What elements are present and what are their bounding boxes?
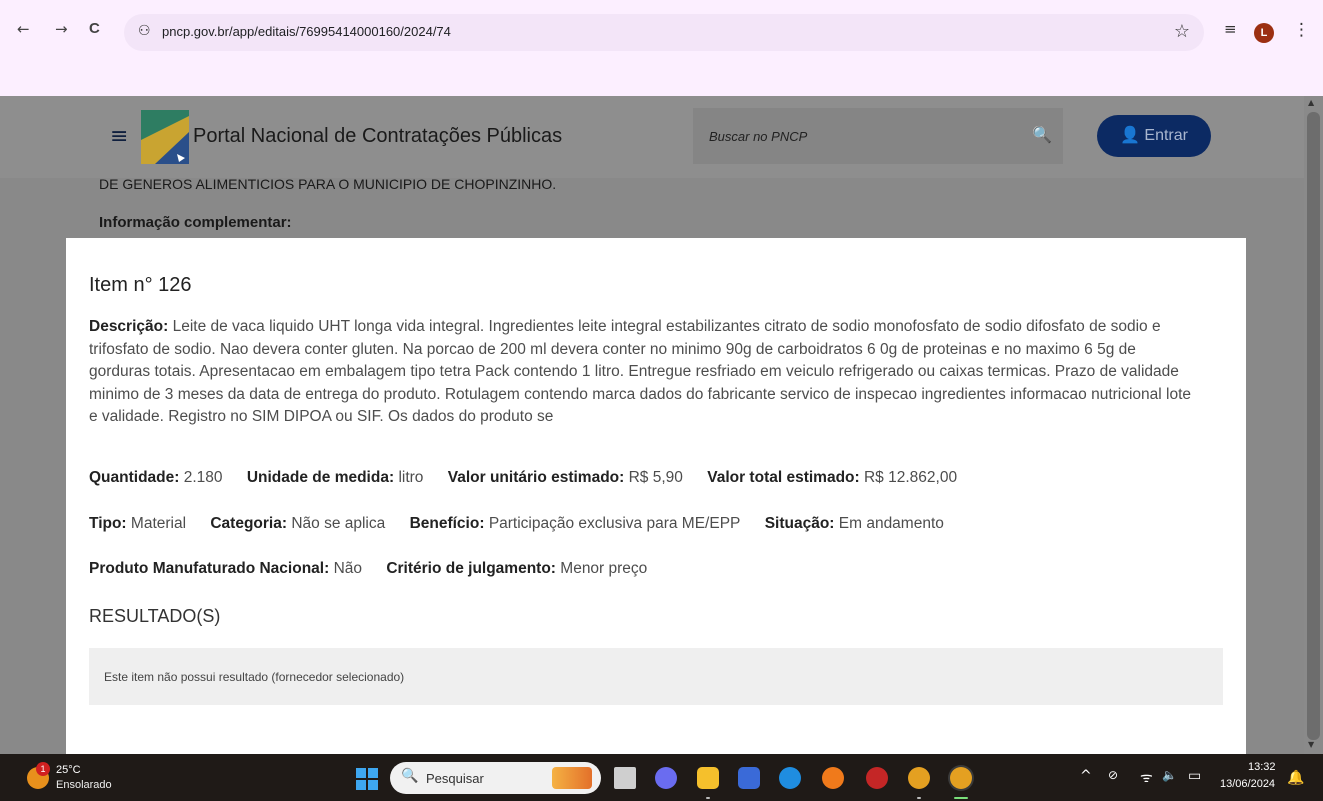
notification-bell-icon[interactable]: 🔔 (1287, 770, 1304, 786)
tipo-value: Material (130, 515, 187, 532)
situacao-value: Em andamento (838, 515, 944, 532)
tray-network-icon[interactable]: ⊘ (1108, 768, 1118, 782)
wifi-icon[interactable]: ᯤ (1140, 768, 1153, 787)
criterio-label: Critério de julgamento: (386, 560, 556, 577)
chat-app-icon[interactable] (655, 767, 677, 789)
store-icon[interactable] (738, 767, 760, 789)
login-button[interactable]: 👤 Entrar (1097, 115, 1211, 157)
windows-taskbar: 1 25°C Ensolarado 🔍 Pesquisar ^ ⊘ ᯤ 🔈 ▭ … (0, 754, 1323, 801)
taskbar-search-placeholder: Pesquisar (426, 771, 484, 786)
description-text: Leite de vaca liquido UHT longa vida int… (89, 318, 1192, 426)
criterio-value: Menor preço (560, 560, 648, 577)
search-icon[interactable]: 🔍 (1032, 125, 1052, 144)
security-app-icon[interactable] (866, 767, 888, 789)
valor-unitario-label: Valor unitário estimado: (447, 469, 625, 486)
scroll-up-icon[interactable]: ▲ (1308, 98, 1314, 107)
unidade-label: Unidade de medida: (246, 469, 395, 486)
page-scrollbar[interactable]: ▲ ▼ (1304, 96, 1323, 754)
profile-avatar[interactable]: L (1254, 23, 1274, 43)
produto-nacional-label: Produto Manufaturado Nacional: (89, 560, 330, 577)
tipo-label: Tipo: (89, 515, 127, 532)
description-label: Descrição: (89, 318, 169, 335)
taskbar-search-icon: 🔍 (401, 768, 419, 784)
resultado-box: Este item não possui resultado (forneced… (89, 648, 1223, 705)
address-bar[interactable]: ⚇ pncp.gov.br/app/editais/76995414000160… (124, 14, 1204, 51)
clock-time[interactable]: 13:32 (1248, 761, 1276, 773)
classification-row: Tipo: Material Categoria: Não se aplica … (89, 515, 964, 533)
app-running-indicator (917, 797, 921, 799)
chrome-profile-icon[interactable] (950, 767, 972, 789)
weather-temperature[interactable]: 25°C (56, 764, 81, 776)
clock-date[interactable]: 13/06/2024 (1220, 778, 1275, 790)
unidade-value: litro (398, 469, 424, 486)
search-input[interactable]: Buscar no PNCP 🔍 (693, 108, 1063, 164)
browser-toolbar: ← → C ⚇ pncp.gov.br/app/editais/76995414… (0, 0, 1323, 96)
site-settings-icon[interactable]: ⚇ (138, 23, 151, 39)
valor-unitario-value: R$ 5,90 (628, 469, 683, 486)
resultado-heading: RESULTADO(S) (89, 606, 221, 626)
search-highlight-icon (552, 767, 592, 789)
item-title: Item n° 126 (89, 274, 192, 296)
portal-title[interactable]: Portal Nacional de Contratações Públicas (193, 125, 562, 148)
categoria-value: Não se aplica (291, 515, 386, 532)
hamburger-menu-icon[interactable]: ≡ (110, 124, 128, 149)
situacao-label: Situação: (764, 515, 835, 532)
pncp-logo[interactable] (141, 110, 189, 164)
tray-overflow-icon[interactable]: ^ (1080, 768, 1092, 784)
produto-nacional-value: Não (333, 560, 362, 577)
categoria-label: Categoria: (210, 515, 288, 532)
judgement-row: Produto Manufaturado Nacional: Não Crité… (89, 560, 667, 578)
app-running-indicator (706, 797, 710, 799)
file-explorer-icon[interactable] (697, 767, 719, 789)
info-complementar-label: Informação complementar: (99, 214, 292, 231)
search-placeholder: Buscar no PNCP (709, 129, 808, 144)
quantidade-label: Quantidade: (89, 469, 180, 486)
scroll-thumb[interactable] (1307, 112, 1320, 740)
weather-condition[interactable]: Ensolarado (56, 779, 112, 791)
forward-icon[interactable]: → (55, 20, 68, 38)
browser-menu-icon[interactable]: ⋮ (1293, 20, 1310, 40)
url-text[interactable]: pncp.gov.br/app/editais/76995414000160/2… (162, 24, 451, 39)
reload-icon[interactable]: C (89, 20, 100, 37)
quantidade-value: 2.180 (183, 469, 223, 486)
reading-list-icon[interactable]: ≡ (1224, 20, 1237, 38)
app-active-indicator (954, 797, 968, 799)
values-row: Quantidade: 2.180 Unidade de medida: lit… (89, 469, 977, 487)
taskbar-search[interactable]: 🔍 Pesquisar (390, 762, 601, 794)
beneficio-label: Benefício: (409, 515, 485, 532)
volume-icon[interactable]: 🔈 (1162, 768, 1177, 782)
valor-total-value: R$ 12.862,00 (863, 469, 958, 486)
item-description: Descrição: Leite de vaca liquido UHT lon… (89, 316, 1199, 429)
user-icon: 👤 (1120, 127, 1140, 144)
resultado-text: Este item não possui resultado (forneced… (104, 670, 405, 684)
bookmark-star-icon[interactable]: ☆ (1174, 21, 1190, 42)
battery-icon[interactable]: ▭ (1188, 768, 1201, 784)
beneficio-value: Participação exclusiva para ME/EPP (488, 515, 741, 532)
valor-total-label: Valor total estimado: (707, 469, 860, 486)
edge-browser-icon[interactable] (779, 767, 801, 789)
item-modal: Item n° 126 Descrição: Leite de vaca liq… (66, 238, 1246, 754)
chrome-icon[interactable] (908, 767, 930, 789)
firefox-icon[interactable] (822, 767, 844, 789)
background-description-text: DE GENEROS ALIMENTICIOS PARA O MUNICIPIO… (99, 176, 557, 192)
windows-start-icon[interactable] (356, 768, 378, 790)
login-label: Entrar (1144, 127, 1188, 144)
site-header: ≡ Portal Nacional de Contratações Públic… (0, 96, 1304, 178)
task-view-icon[interactable] (614, 767, 636, 789)
scroll-down-icon[interactable]: ▼ (1308, 740, 1314, 749)
back-icon[interactable]: ← (17, 20, 30, 38)
weather-badge: 1 (36, 762, 50, 776)
